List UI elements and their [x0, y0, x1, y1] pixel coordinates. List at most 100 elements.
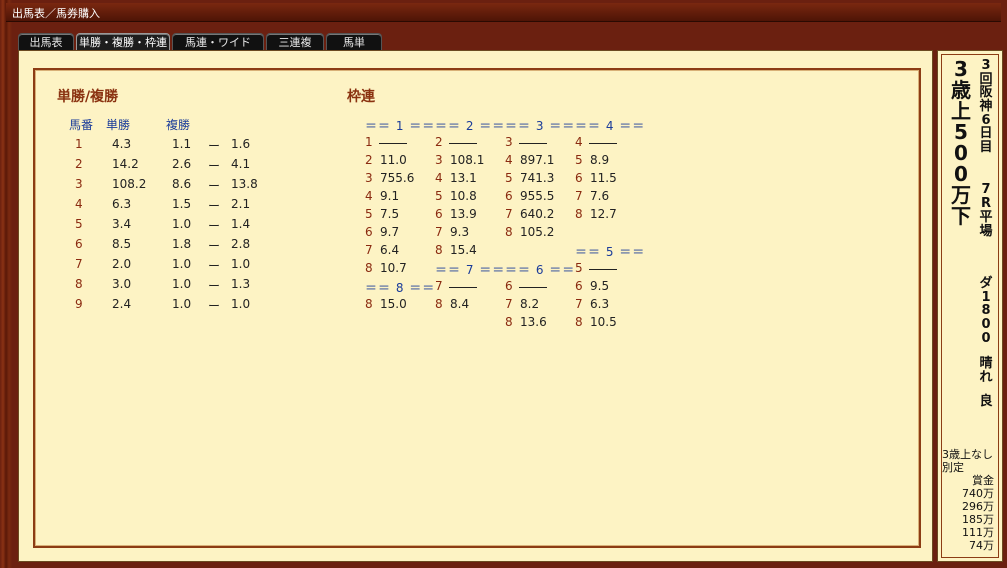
- race-weather: 晴れ: [979, 356, 993, 385]
- bracket-number: 8: [505, 315, 513, 329]
- race-info-panel: 3歳上500万下 3回阪神6日目 7R 平場 ダ1800 晴れ 良 3歳上なし …: [937, 50, 1003, 562]
- bracket-odds: 7.5: [380, 207, 400, 221]
- place-odds-separator: ー: [208, 139, 221, 153]
- bracket-group-header: ＝＝ 8 ＝＝: [365, 281, 436, 295]
- bracket-same-marker: [589, 269, 617, 270]
- bracket-group-header: ＝＝ 5 ＝＝: [575, 245, 646, 259]
- bracket-odds: 955.5: [520, 189, 555, 203]
- bracket-same-marker: [379, 143, 407, 144]
- win-odds: 8.5: [112, 237, 132, 251]
- place-odds-low: 1.8: [172, 237, 192, 251]
- bracket-number: 5: [365, 207, 373, 221]
- bracket-odds: 640.2: [520, 207, 555, 221]
- bracket-odds: 6.3: [590, 297, 610, 311]
- header-place: 複勝: [166, 118, 191, 132]
- bracket-same-marker: [449, 143, 477, 144]
- tab-win-place-bracket[interactable]: 単勝・複勝・枠連: [76, 33, 170, 51]
- bracket-odds: 755.6: [380, 171, 415, 185]
- horse-number: 2: [75, 157, 83, 171]
- bracket-odds: 9.3: [450, 225, 470, 239]
- bracket-number: 6: [365, 225, 373, 239]
- bracket-odds: 12.7: [590, 207, 617, 221]
- bracket-odds: 10.8: [450, 189, 477, 203]
- bracket-number: 7: [435, 225, 443, 239]
- place-odds-separator: ー: [208, 259, 221, 273]
- bracket-number: 4: [505, 153, 513, 167]
- horse-number: 4: [75, 197, 83, 211]
- bracket-odds: 15.4: [450, 243, 477, 257]
- win-odds: 6.3: [112, 197, 132, 211]
- race-course: ダ1800: [979, 276, 993, 346]
- bracket-number: 8: [435, 297, 443, 311]
- bracket-odds: 7.6: [590, 189, 610, 203]
- bracket-number: 5: [575, 153, 583, 167]
- bracket-number: 8: [365, 297, 373, 311]
- place-odds-separator: ー: [208, 299, 221, 313]
- tab-quinella-wide[interactable]: 馬連・ワイド: [172, 33, 264, 51]
- bracket-odds: 10.5: [590, 315, 617, 329]
- tab-trio[interactable]: 三連複: [266, 33, 324, 51]
- bracket-number: 7: [575, 189, 583, 203]
- race-meeting: 3回阪神6日目: [979, 58, 993, 155]
- tab-entries[interactable]: 出馬表: [18, 33, 74, 51]
- place-odds-high: 1.4: [231, 217, 251, 231]
- bracket-number: 8: [435, 243, 443, 257]
- bracket-odds: 9.7: [380, 225, 400, 239]
- win-place-title: 単勝/複勝: [57, 89, 119, 105]
- horse-number: 7: [75, 257, 83, 271]
- place-odds-low: 2.6: [172, 157, 192, 171]
- place-odds-high: 2.8: [231, 237, 251, 251]
- horse-number: 6: [75, 237, 83, 251]
- bracket-odds: 10.7: [380, 261, 407, 275]
- bracket-number: 5: [435, 189, 443, 203]
- win-odds: 2.4: [112, 297, 132, 311]
- bracket-odds: 8.4: [450, 297, 470, 311]
- horse-number: 8: [75, 277, 83, 291]
- bracket-number: 2: [365, 153, 373, 167]
- window-title: 出馬表／馬券購入: [12, 7, 100, 20]
- bracket-group-header: ＝＝ 7 ＝＝: [435, 263, 506, 277]
- bracket-number: 5: [505, 171, 513, 185]
- odds-panel-border: [33, 68, 921, 548]
- bracket-number: 5: [575, 261, 583, 275]
- bracket-number: 7: [365, 243, 373, 257]
- bracket-title: 枠連: [347, 89, 375, 105]
- bracket-group-header: ＝＝ 1 ＝＝: [365, 119, 436, 133]
- title-bar: 出馬表／馬券購入: [6, 3, 1001, 22]
- tab-exacta[interactable]: 馬単: [326, 33, 382, 51]
- header-win: 単勝: [106, 118, 131, 132]
- bracket-odds: 8.9: [590, 153, 610, 167]
- race-track-condition: 良: [979, 394, 993, 409]
- header-horse-number: 馬番: [69, 118, 94, 132]
- horse-number: 9: [75, 297, 83, 311]
- bracket-group-header: ＝＝ 4 ＝＝: [575, 119, 646, 133]
- race-class: 平場: [979, 210, 993, 239]
- place-odds-high: 1.3: [231, 277, 251, 291]
- prize-amount: 74万: [969, 539, 994, 552]
- place-odds-low: 1.1: [172, 137, 192, 151]
- place-odds-separator: ー: [208, 279, 221, 293]
- bracket-number: 7: [575, 297, 583, 311]
- bracket-number: 6: [575, 171, 583, 185]
- bracket-number: 7: [505, 297, 513, 311]
- place-odds-low: 1.0: [172, 297, 192, 311]
- bracket-number: 8: [365, 261, 373, 275]
- place-odds-high: 1.0: [231, 257, 251, 271]
- place-odds-low: 1.0: [172, 277, 192, 291]
- bracket-odds: 13.9: [450, 207, 477, 221]
- win-odds: 2.0: [112, 257, 132, 271]
- bracket-number: 3: [435, 153, 443, 167]
- bracket-same-marker: [519, 287, 547, 288]
- win-odds: 108.2: [112, 177, 147, 191]
- bracket-odds: 13.1: [450, 171, 477, 185]
- win-odds: 14.2: [112, 157, 139, 171]
- place-odds-separator: ー: [208, 199, 221, 213]
- place-odds-high: 13.8: [231, 177, 258, 191]
- place-odds-low: 1.0: [172, 217, 192, 231]
- place-odds-low: 1.5: [172, 197, 192, 211]
- bracket-odds: 11.5: [590, 171, 617, 185]
- bracket-odds: 108.1: [450, 153, 485, 167]
- bracket-number: 7: [435, 279, 443, 293]
- race-weight-rule: 別定: [942, 461, 964, 474]
- bracket-same-marker: [519, 143, 547, 144]
